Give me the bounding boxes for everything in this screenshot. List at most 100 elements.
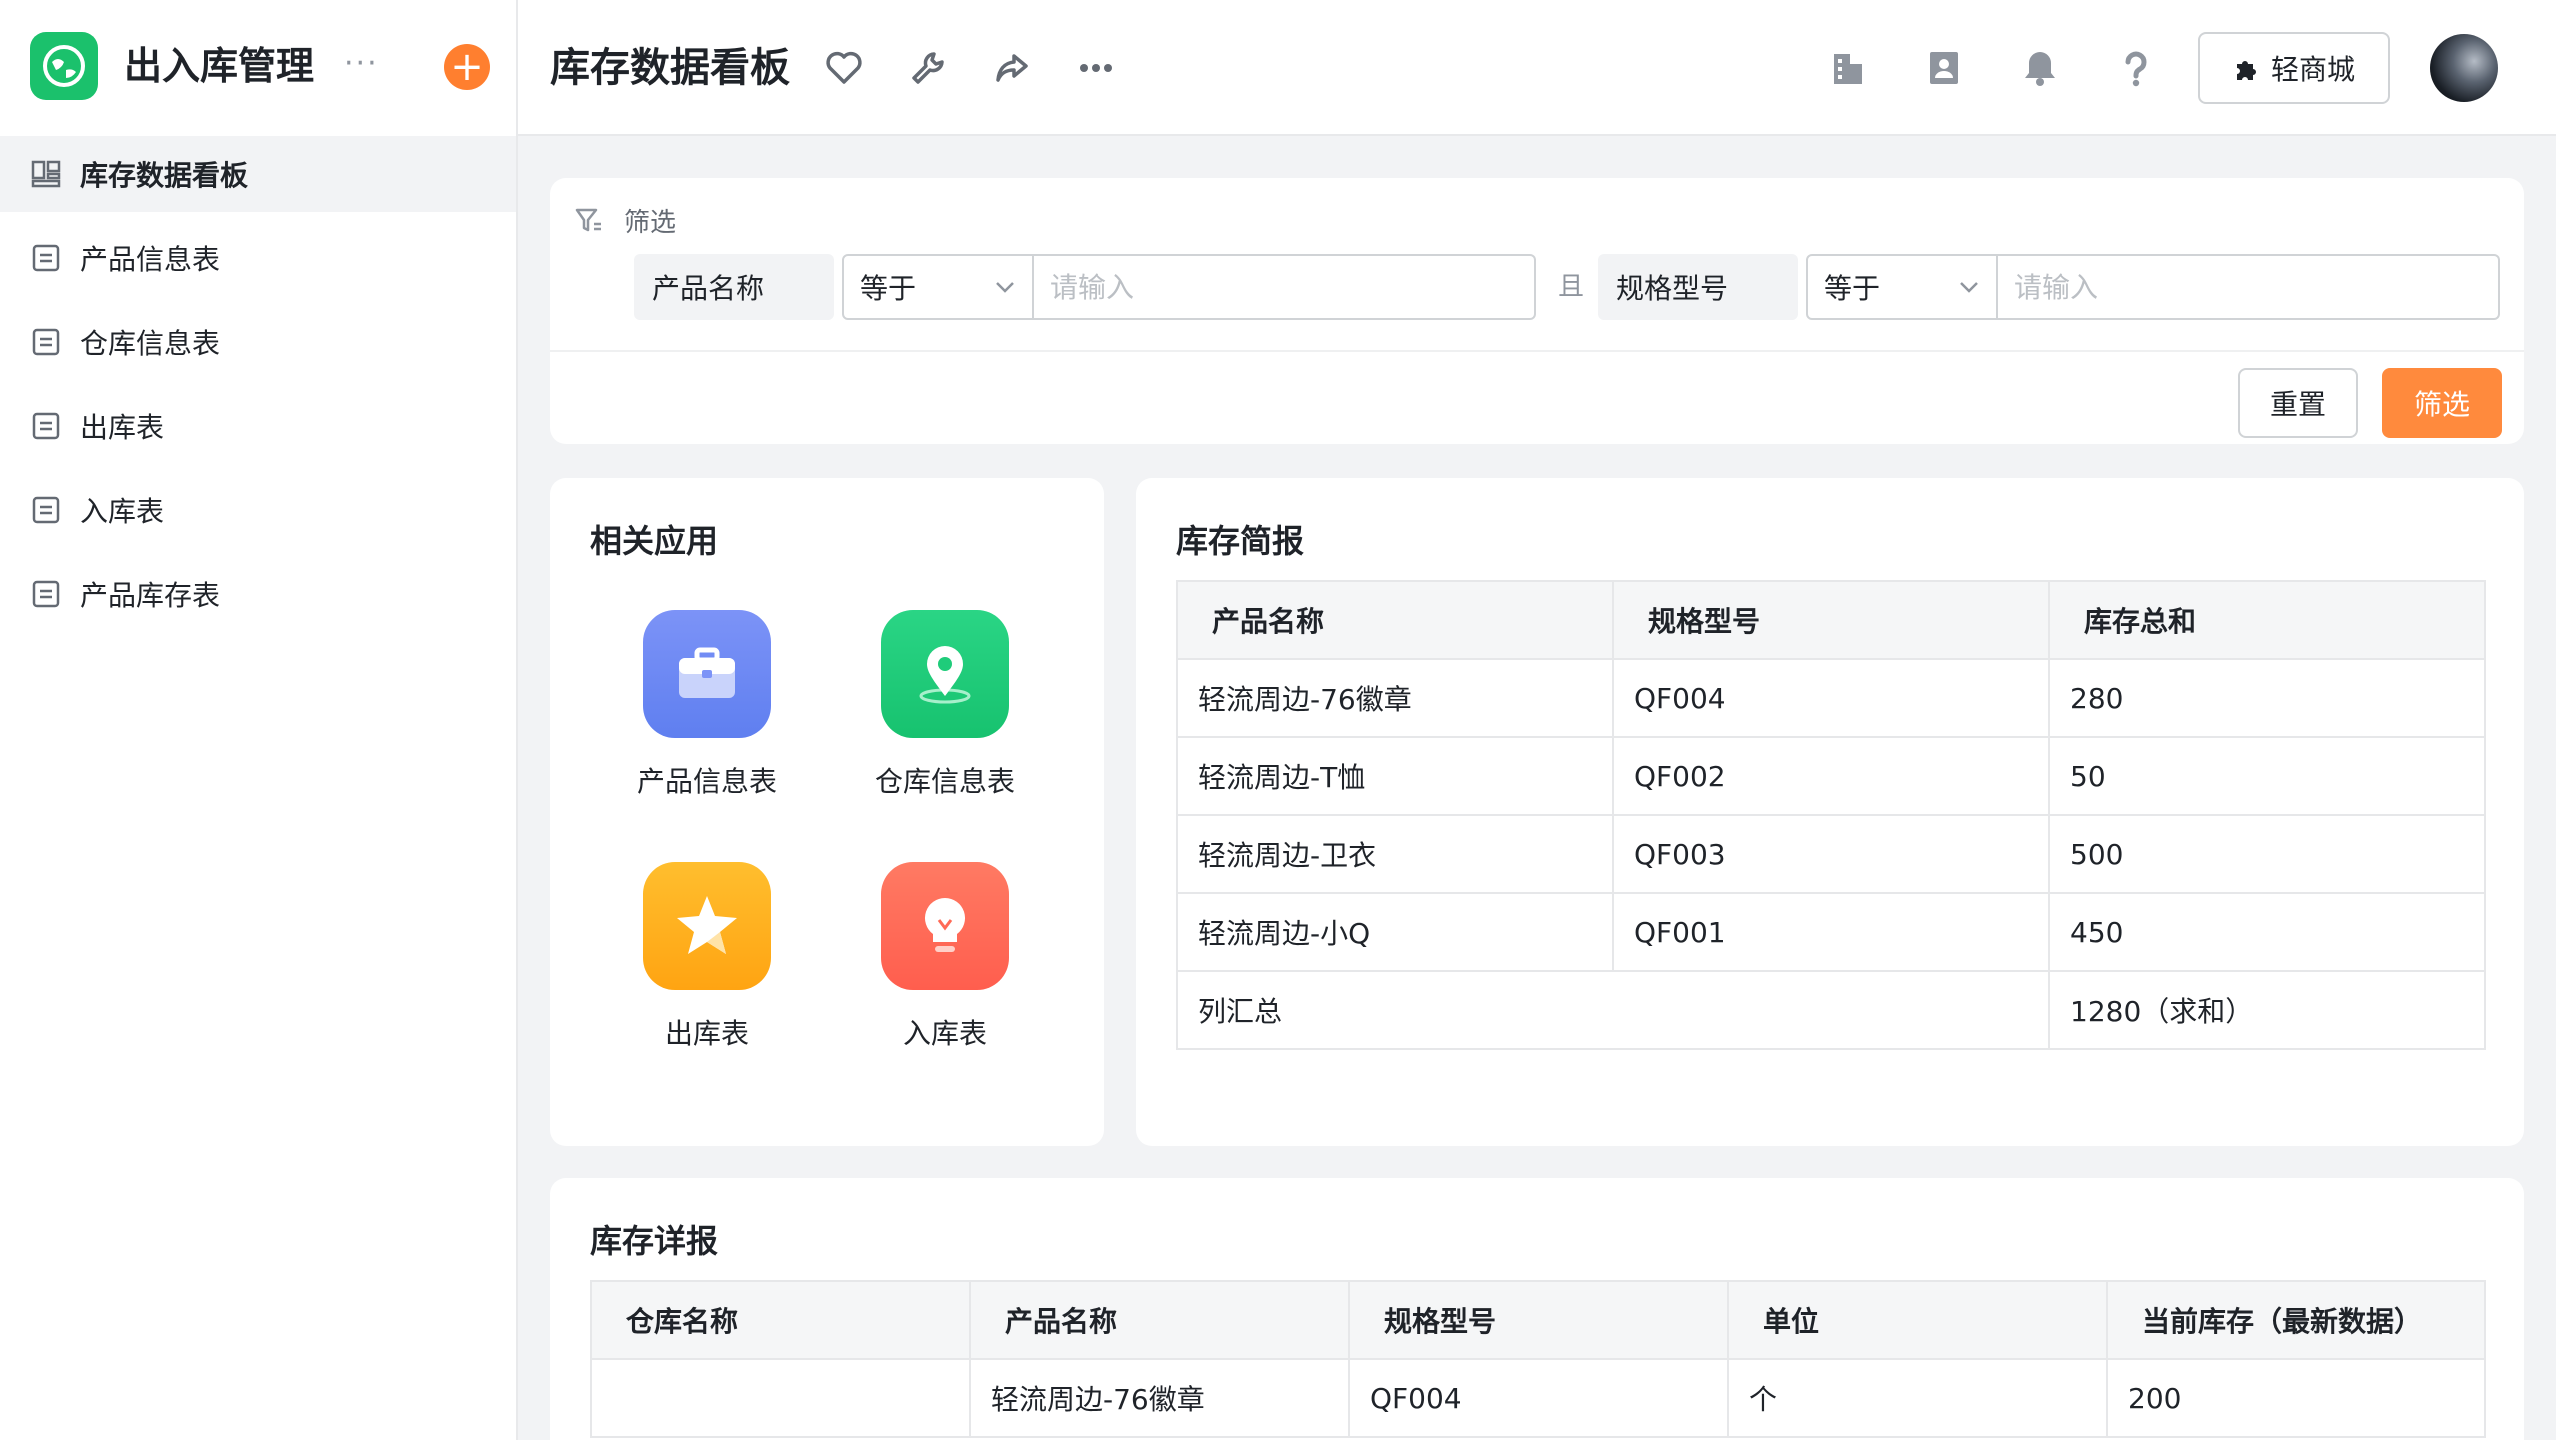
app-name: 出入库管理 [124,44,315,88]
bell-icon[interactable] [2016,44,2064,92]
column-header[interactable]: 仓库名称 [590,1280,971,1360]
sidebar-item-product-stock[interactable]: 产品库存表 [0,556,516,632]
filter-divider [550,350,2524,352]
lightbulb-icon [881,862,1009,990]
chevron-down-icon [1956,274,1982,300]
table-cell: 轻流周边-76徽章 [1176,658,1614,738]
detail-table: 仓库名称 产品名称 规格型号 单位 当前库存（最新数据） 轻流周边-76徽章 Q… [590,1280,2486,1438]
sidebar-item-label: 库存数据看板 [80,159,249,192]
column-header[interactable]: 规格型号 [1348,1280,1729,1360]
filter-value-input-1[interactable] [1050,270,1534,304]
page-title: 库存数据看板 [550,45,790,91]
table-cell: QF003 [1612,814,2050,894]
table-cell: QF004 [1348,1358,1729,1438]
table-row[interactable]: 轻流周边-T恤 QF002 50 [1176,736,2486,816]
column-header[interactable]: 单位 [1727,1280,2108,1360]
table-cell: 450 [2048,892,2486,972]
table-cell: 轻流周边-小Q [1176,892,1614,972]
form-icon [30,242,62,274]
app-tile-label: 产品信息表 [636,765,777,798]
column-header[interactable]: 产品名称 [969,1280,1350,1360]
sidebar-item-outbound[interactable]: 出库表 [0,388,516,464]
filter-value-input-2[interactable] [2014,270,2498,304]
toolbox-icon [643,610,771,738]
sidebar-item-dashboard[interactable]: 库存数据看板 [0,136,516,212]
filter-field-spec: 规格型号 [1598,254,1798,320]
table-cell: 500 [2048,814,2486,894]
summary-table: 产品名称 规格型号 库存总和 轻流周边-76徽章 QF004 280 轻流周边-… [1176,580,2486,1050]
filter-field-product-name: 产品名称 [634,254,834,320]
filter-operator-select-2[interactable]: 等于 [1806,254,1998,320]
app-tile-label: 仓库信息表 [874,765,1015,798]
table-cell: 200 [2106,1358,2486,1438]
table-row[interactable]: 轻流周边-卫衣 QF003 500 [1176,814,2486,894]
wrench-icon[interactable] [904,44,952,92]
sidebar-item-product-info[interactable]: 产品信息表 [0,220,516,296]
more-icon[interactable] [1072,44,1120,92]
app-root: 出入库管理 ··· + 库存数据看板 产品信息表 仓库信息表 出库表 入库表 产… [0,0,2556,1440]
filter-header: 筛选 [574,202,676,239]
sidebar-item-inbound[interactable]: 入库表 [0,472,516,548]
help-icon[interactable] [2112,44,2160,92]
column-header[interactable]: 库存总和 [2048,580,2486,660]
filter-panel: 筛选 产品名称 等于 且 规格型号 等于 重置 筛选 [550,178,2524,444]
related-apps-panel: 相关应用 产品信息表 仓库信息表 出库表 入库表 [550,478,1104,1146]
filter-icon [574,206,604,236]
total-label: 列汇总 [1176,970,2050,1050]
app-tile-label: 入库表 [902,1017,987,1050]
filter-value-field-1[interactable] [1034,254,1536,320]
column-header[interactable]: 规格型号 [1612,580,2050,660]
contacts-icon[interactable] [1920,44,1968,92]
total-value: 1280（求和） [2048,970,2486,1050]
table-cell: 280 [2048,658,2486,738]
app-more-icon[interactable]: ··· [344,44,379,84]
column-header[interactable]: 产品名称 [1176,580,1614,660]
related-apps-title: 相关应用 [590,522,719,560]
table-cell: QF004 [1612,658,2050,738]
filter-operator-select-1[interactable]: 等于 [842,254,1034,320]
column-header[interactable]: 当前库存（最新数据） [2106,1280,2486,1360]
sidebar-item-label: 仓库信息表 [80,327,221,360]
store-button[interactable]: 轻商城 [2198,32,2390,104]
inventory-detail-panel: 库存详报 仓库名称 产品名称 规格型号 单位 当前库存（最新数据） 轻流周边-7… [550,1178,2524,1440]
inventory-summary-title: 库存简报 [1176,522,1305,560]
form-icon [30,578,62,610]
sidebar-header: 出入库管理 ··· + [0,0,516,136]
form-icon [30,410,62,442]
table-row[interactable]: 轻流周边-76徽章 QF004 个 200 [590,1358,2486,1438]
inventory-summary-panel: 库存简报 产品名称 规格型号 库存总和 轻流周边-76徽章 QF004 280 … [1136,478,2524,1146]
sidebar-item-label: 出库表 [80,411,165,444]
app-tile-inbound[interactable]: 入库表 [845,862,1045,1052]
reset-button[interactable]: 重置 [2238,368,2358,438]
inventory-detail-title: 库存详报 [590,1222,719,1260]
app-tile-product-info[interactable]: 产品信息表 [607,610,807,800]
app-tile-outbound[interactable]: 出库表 [607,862,807,1052]
table-cell [590,1358,971,1438]
heart-icon[interactable] [820,44,868,92]
location-pin-icon [881,610,1009,738]
avatar[interactable] [2430,34,2498,102]
filter-operator-value: 等于 [860,272,917,305]
sidebar: 出入库管理 ··· + 库存数据看板 产品信息表 仓库信息表 出库表 入库表 产… [0,0,518,1440]
filter-joiner: 且 [1558,272,1585,302]
sidebar-item-warehouse-info[interactable]: 仓库信息表 [0,304,516,380]
filter-value-field-2[interactable] [1998,254,2500,320]
add-icon[interactable]: + [444,44,490,90]
sidebar-item-label: 产品信息表 [80,243,221,276]
share-icon[interactable] [988,44,1036,92]
building-icon[interactable] [1824,44,1872,92]
chevron-down-icon [992,274,1018,300]
app-tile-warehouse-info[interactable]: 仓库信息表 [845,610,1045,800]
table-row[interactable]: 轻流周边-小Q QF001 450 [1176,892,2486,972]
filter-submit-button[interactable]: 筛选 [2382,368,2502,438]
app-tile-label: 出库表 [664,1017,749,1050]
table-row[interactable]: 轻流周边-76徽章 QF004 280 [1176,658,2486,738]
app-logo-icon[interactable] [30,32,98,100]
sidebar-item-label: 入库表 [80,495,165,528]
filter-title: 筛选 [624,208,677,238]
table-cell: 轻流周边-卫衣 [1176,814,1614,894]
store-button-label: 轻商城 [2270,53,2355,86]
table-cell: 50 [2048,736,2486,816]
table-header-row: 产品名称 规格型号 库存总和 [1176,580,2486,660]
sidebar-nav: 库存数据看板 产品信息表 仓库信息表 出库表 入库表 产品库存表 [0,136,516,640]
